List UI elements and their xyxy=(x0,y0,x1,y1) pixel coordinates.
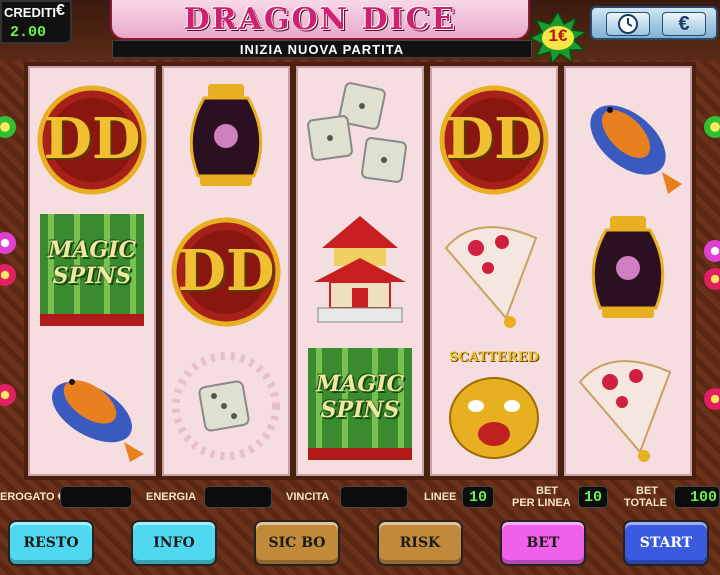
bet-totale-value: 100 xyxy=(674,486,720,508)
flower-decoration xyxy=(704,388,720,410)
erogato-label: EROGATO € xyxy=(0,491,64,503)
linee-label: LINEE xyxy=(424,491,457,503)
vincita-label: VINCITA xyxy=(286,491,330,503)
risk-button[interactable]: RISK xyxy=(377,520,463,566)
dice-symbol xyxy=(302,76,418,204)
euro-icon: € xyxy=(678,12,690,35)
dd-text: DD xyxy=(445,106,543,172)
reel-1: DD MAGIC SPINS xyxy=(28,66,156,476)
vase-symbol xyxy=(168,76,284,204)
linee-value: 10 xyxy=(462,486,494,508)
dice-symbol xyxy=(168,342,284,470)
top-icon-panel: € xyxy=(590,6,718,40)
credit-label: CREDITI xyxy=(4,5,56,20)
dd-logo-symbol: DD xyxy=(34,76,150,204)
fan-symbol xyxy=(570,342,686,470)
magic-spins-symbol: MAGIC SPINS xyxy=(302,342,418,470)
dd-text: DD xyxy=(43,106,141,172)
dd-text: DD xyxy=(177,238,275,304)
vincita-value xyxy=(340,486,408,508)
koi-fish-icon xyxy=(590,105,682,194)
bet-per-linea-label-1: BET xyxy=(536,485,558,497)
dice-icon xyxy=(172,352,280,460)
sic-bo-button[interactable]: SIC BO xyxy=(254,520,340,566)
scattered-text: SCATTERED xyxy=(449,350,539,365)
credit-display: CREDITI € 2.00 xyxy=(0,0,72,44)
pagoda-icon xyxy=(314,216,406,323)
euro-symbol: € xyxy=(56,2,65,19)
fan-icon xyxy=(578,360,672,462)
vase-icon xyxy=(189,84,263,186)
bet-totale-label-2: TOTALE xyxy=(624,497,667,509)
bet-per-linea-value: 10 xyxy=(578,486,608,508)
flower-decoration xyxy=(704,240,720,262)
dice-icon xyxy=(307,82,407,183)
reel-area: DD MAGIC SPINS DD MAGIC SPINS DD SCATTER… xyxy=(24,62,696,480)
koi-fish-icon xyxy=(52,379,144,462)
reel-4: DD SCATTERED xyxy=(430,66,558,476)
flower-decoration xyxy=(704,268,720,290)
energia-value xyxy=(204,486,272,508)
spins-text: SPINS xyxy=(52,263,132,289)
status-message: INIZIA NUOVA PARTITA xyxy=(239,41,405,57)
reel-5 xyxy=(564,66,692,476)
fan-symbol xyxy=(436,208,552,336)
magic-text: MAGIC xyxy=(315,371,404,397)
spins-text: SPINS xyxy=(320,397,400,423)
koi-fish-symbol xyxy=(570,76,686,204)
currency-button[interactable]: € xyxy=(662,12,706,36)
info-bar: EROGATO € ENERGIA VINCITA LINEE 10 BET P… xyxy=(0,484,720,514)
credit-value: 2.00 xyxy=(10,24,47,41)
reel-2: DD xyxy=(162,66,290,476)
clock-button[interactable] xyxy=(606,12,650,36)
clock-icon xyxy=(618,14,638,34)
koi-fish-symbol xyxy=(34,342,150,470)
pagoda-symbol xyxy=(302,208,418,336)
status-bar: INIZIA NUOVA PARTITA xyxy=(112,40,532,58)
info-button[interactable]: INFO xyxy=(131,520,217,566)
bet-totale-label-1: BET xyxy=(636,485,658,497)
game-title: DRAGON DICE xyxy=(183,1,457,37)
flower-decoration xyxy=(704,116,720,138)
vase-symbol xyxy=(570,208,686,336)
top-bar: CREDITI € 2.00 DRAGON DICE INIZIA NUOVA … xyxy=(0,0,720,66)
energia-label: ENERGIA xyxy=(146,491,197,503)
scattered-dragon-symbol: SCATTERED xyxy=(436,342,552,470)
title-banner: DRAGON DICE xyxy=(110,0,530,40)
fan-icon xyxy=(444,226,538,328)
bet-button[interactable]: BET xyxy=(500,520,586,566)
start-button[interactable]: START xyxy=(623,520,709,566)
bet-value-badge: 1€ xyxy=(528,10,589,66)
bet-badge-text: 1€ xyxy=(548,26,568,45)
resto-button[interactable]: RESTO xyxy=(8,520,94,566)
erogato-value xyxy=(60,486,132,508)
dd-logo-symbol: DD xyxy=(436,76,552,204)
dd-logo-symbol: DD xyxy=(168,208,284,336)
bet-per-linea-label-2: PER LINEA xyxy=(512,497,571,509)
magic-spins-symbol: MAGIC SPINS xyxy=(34,208,150,336)
reel-3: MAGIC SPINS xyxy=(296,66,424,476)
magic-text: MAGIC xyxy=(47,237,136,263)
vase-icon xyxy=(591,216,665,318)
